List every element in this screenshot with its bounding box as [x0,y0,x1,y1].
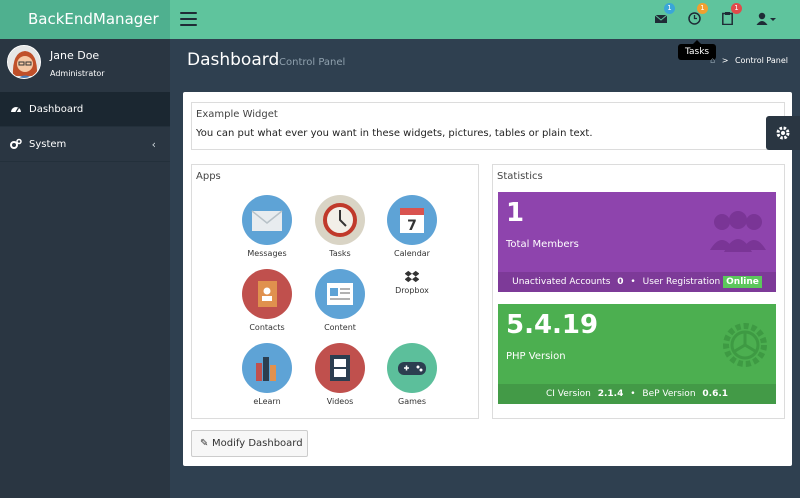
settings-tab[interactable] [766,116,800,150]
calendar-day-text: 7 [407,218,417,234]
unactivated-count: 0 [617,277,624,287]
user-role: Administrator [50,69,105,78]
apps-title: Apps [196,171,221,182]
members-stat-box: 1 Total Members Unactivated Accounts 0 •… [498,192,776,292]
content-icon [315,269,365,319]
ci-label: CI Version [545,389,591,399]
app-videos[interactable]: Videos [305,343,375,406]
members-count: 1 [506,198,525,228]
notifications-nav-button[interactable]: 1 [722,3,742,26]
clock-icon [315,195,365,245]
widget-text: You can put what ever you want in these … [196,128,593,139]
app-dropbox[interactable]: Dropbox [377,269,447,295]
film-icon [315,343,365,393]
notifications-badge: 1 [731,3,742,14]
brand-logo[interactable]: BackEndManager [0,0,170,39]
tasks-nav-button[interactable]: 1 [688,3,708,26]
statistics-title: Statistics [497,171,543,182]
registration-label: User Registration [642,277,721,287]
registration-status-badge: Online [723,276,762,288]
breadcrumb-current: Control Panel [734,56,788,65]
app-label: Calendar [394,249,430,258]
envelope-icon [654,14,668,23]
php-label: PHP Version [506,351,566,362]
clock-icon [688,12,701,25]
books-icon [242,343,292,393]
bep-version: 0.6.1 [702,389,729,399]
app-elearn[interactable]: eLearn [232,343,302,406]
dashboard-panel: Example Widget You can put what ever you… [183,92,792,466]
menu-toggle-icon[interactable] [180,12,197,26]
calendar-icon: 7 [387,195,437,245]
clipboard-icon [722,12,733,26]
widget-title: Example Widget [196,109,278,120]
cogs-icon [10,138,22,149]
top-navbar: 1 1 1 [170,0,800,39]
user-menu-button[interactable] [756,10,782,26]
gear-icon [776,126,790,140]
home-icon[interactable]: ⌂ [710,56,715,65]
gear-icon [723,323,767,367]
sidebar-item-system[interactable]: System ‹ [0,127,170,162]
app-label: Dropbox [395,286,429,295]
page-title: Dashboard [187,50,280,70]
example-widget: Example Widget You can put what ever you… [191,102,785,150]
modify-dashboard-button[interactable]: ✎ Modify Dashboard [191,430,308,457]
user-panel: Jane Doe Administrator [0,39,170,92]
tasks-badge: 1 [697,3,708,14]
address-book-icon [242,269,292,319]
members-label: Total Members [506,239,579,250]
gamepad-icon [387,343,437,393]
user-icon [756,12,776,25]
app-contacts[interactable]: Contacts [232,269,302,332]
pencil-icon: ✎ [200,438,209,449]
breadcrumb: ⌂ > Control Panel [710,56,788,65]
app-games[interactable]: Games [377,343,447,406]
dropbox-icon [377,269,447,285]
app-label: Content [324,323,356,332]
unactivated-label: Unactivated Accounts [512,277,611,287]
page-subtitle: Control Panel [279,57,346,68]
messages-badge: 1 [664,3,675,14]
bep-label: BeP Version [642,389,696,399]
chevron-left-icon: ‹ [151,138,156,151]
ci-version: 2.1.4 [597,389,624,399]
app-label: Tasks [329,249,351,258]
sidebar-item-label: System [29,139,67,150]
modify-dashboard-label: Modify Dashboard [212,438,303,449]
avatar [7,45,41,79]
sidebar: Jane Doe Administrator Dashboard System … [0,39,170,498]
app-label: Contacts [249,323,285,332]
app-label: Videos [326,397,354,406]
dashboard-icon [11,107,21,113]
app-label: Games [398,397,426,406]
members-footer: Unactivated Accounts 0 • User Registrati… [498,272,776,292]
app-calendar[interactable]: 7 Calendar [377,195,447,258]
sidebar-item-label: Dashboard [29,104,84,115]
statistics-box: Statistics 1 Total Members Unactivated A… [492,164,785,419]
php-version: 5.4.19 [506,310,599,340]
app-messages[interactable]: Messages [232,195,302,258]
app-label: eLearn [253,397,281,406]
users-icon [710,211,766,252]
app-label: Messages [247,249,287,258]
envelope-icon [242,195,292,245]
php-stat-box: 5.4.19 PHP Version CI Version 2.1.4 • Be… [498,304,776,404]
sidebar-item-dashboard[interactable]: Dashboard [0,92,170,127]
php-footer: CI Version 2.1.4 • BeP Version 0.6.1 [498,384,776,404]
app-tasks[interactable]: Tasks [305,195,375,258]
user-name: Jane Doe [50,49,100,62]
apps-box: Apps Messages Tasks 7 Calendar Dropbox C… [191,164,479,419]
messages-nav-button[interactable]: 1 [654,3,675,26]
app-content[interactable]: Content [305,269,375,332]
